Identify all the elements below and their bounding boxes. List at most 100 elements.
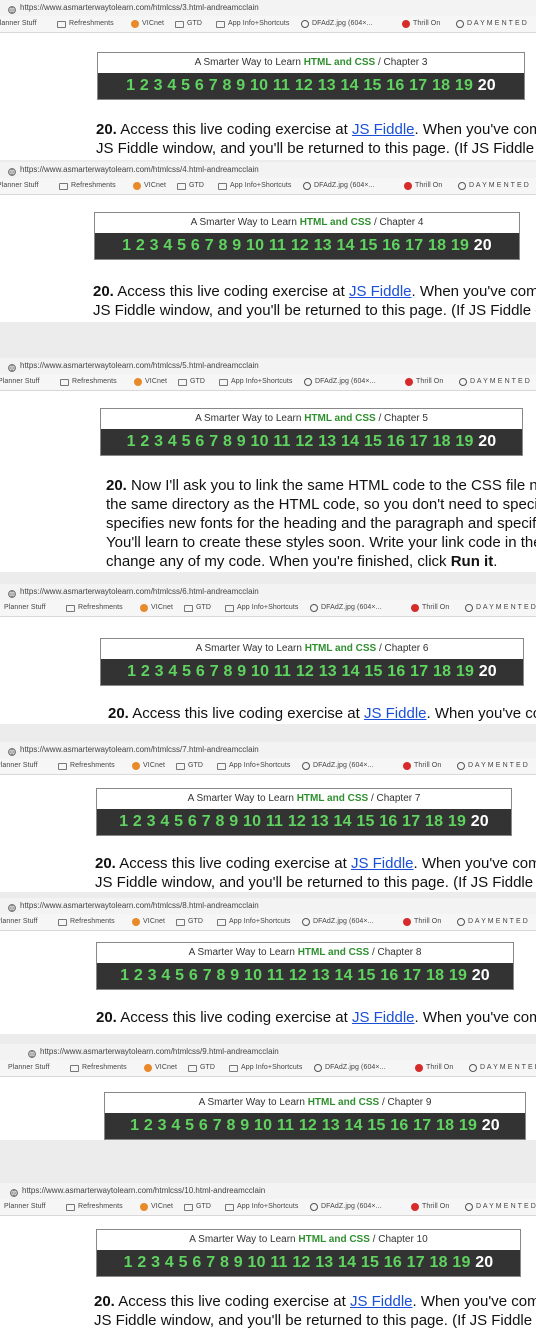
page-link-1[interactable]: 1 — [122, 237, 131, 254]
page-link-11[interactable]: 11 — [270, 1254, 287, 1271]
page-link-9[interactable]: 9 — [236, 77, 245, 94]
page-link-3[interactable]: 3 — [147, 813, 156, 830]
bookmark-gtd[interactable]: GTD — [184, 600, 211, 616]
js-fiddle-link[interactable]: JS Fiddle — [349, 283, 412, 300]
page-link-10[interactable]: 10 — [244, 967, 262, 984]
bookmark-dfadz-jpg-604[interactable]: DFAdZ.jpg (604×... — [310, 600, 382, 616]
bookmark-planner-stuff[interactable]: Planner Stuff — [4, 1199, 46, 1215]
page-link-15[interactable]: 15 — [361, 1254, 379, 1271]
page-link-4[interactable]: 4 — [168, 663, 177, 680]
page-link-3[interactable]: 3 — [154, 433, 163, 450]
bookmark-planner-stuff[interactable]: Planner Stuff — [0, 758, 38, 774]
address-bar[interactable]: https://www.asmarterwaytolearn.com/htmlc… — [0, 358, 536, 374]
bookmark-d-a-y-m-e-n-t-e-d[interactable]: D A Y M E N T E D — [456, 16, 527, 32]
bookmark-planner-stuff[interactable]: Planner Stuff — [0, 374, 40, 390]
page-link-8[interactable]: 8 — [220, 1254, 229, 1271]
address-bar[interactable]: https://www.asmarterwaytolearn.com/htmlc… — [0, 742, 536, 758]
page-link-7[interactable]: 7 — [209, 77, 218, 94]
bookmark-thrill-on[interactable]: Thrill On — [411, 1199, 449, 1215]
page-link-6[interactable]: 6 — [199, 1117, 208, 1134]
page-link-11[interactable]: 11 — [277, 1117, 294, 1134]
page-link-18[interactable]: 18 — [429, 1254, 447, 1271]
page-link-11[interactable]: 11 — [266, 813, 283, 830]
page-link-10[interactable]: 10 — [243, 813, 261, 830]
page-link-17[interactable]: 17 — [410, 433, 428, 450]
bookmark-refreshments[interactable]: Refreshments — [66, 600, 123, 616]
bookmark-vicnet[interactable]: VICnet — [132, 914, 165, 930]
bookmark-app-info-shortcuts[interactable]: App Info+Shortcuts — [217, 914, 291, 930]
page-link-14[interactable]: 14 — [337, 237, 355, 254]
bookmark-vicnet[interactable]: VICnet — [134, 374, 167, 390]
page-link-13[interactable]: 13 — [318, 433, 336, 450]
page-link-13[interactable]: 13 — [312, 967, 330, 984]
page-link-8[interactable]: 8 — [223, 433, 232, 450]
page-link-16[interactable]: 16 — [390, 1117, 408, 1134]
page-link-2[interactable]: 2 — [140, 433, 149, 450]
page-link-2[interactable]: 2 — [133, 813, 142, 830]
page-link-3[interactable]: 3 — [150, 237, 159, 254]
page-link-2[interactable]: 2 — [137, 1254, 146, 1271]
page-link-16[interactable]: 16 — [387, 663, 405, 680]
page-link-13[interactable]: 13 — [318, 77, 336, 94]
bookmark-gtd[interactable]: GTD — [175, 16, 202, 32]
page-link-3[interactable]: 3 — [154, 77, 163, 94]
page-link-2[interactable]: 2 — [140, 77, 149, 94]
bookmark-vicnet[interactable]: VICnet — [131, 16, 164, 32]
page-link-10[interactable]: 10 — [254, 1117, 272, 1134]
page-link-3[interactable]: 3 — [155, 663, 164, 680]
page-link-15[interactable]: 15 — [359, 237, 377, 254]
bookmark-gtd[interactable]: GTD — [177, 178, 204, 194]
page-link-5[interactable]: 5 — [181, 77, 190, 94]
page-link-10[interactable]: 10 — [250, 433, 268, 450]
page-link-16[interactable]: 16 — [387, 433, 405, 450]
js-fiddle-link[interactable]: JS Fiddle — [352, 1009, 415, 1026]
page-link-14[interactable]: 14 — [334, 813, 352, 830]
page-link-18[interactable]: 18 — [428, 237, 446, 254]
address-bar[interactable]: https://www.asmarterwaytolearn.com/htmlc… — [0, 0, 536, 16]
page-link-2[interactable]: 2 — [144, 1117, 153, 1134]
page-link-18[interactable]: 18 — [425, 813, 443, 830]
page-link-2[interactable]: 2 — [141, 663, 150, 680]
page-link-13[interactable]: 13 — [311, 813, 329, 830]
page-link-15[interactable]: 15 — [364, 433, 382, 450]
bookmark-gtd[interactable]: GTD — [176, 758, 203, 774]
bookmark-planner-stuff[interactable]: Planner Stuff — [4, 600, 46, 616]
bookmark-app-info-shortcuts[interactable]: App Info+Shortcuts — [225, 600, 299, 616]
page-link-19[interactable]: 19 — [451, 237, 469, 254]
page-link-1[interactable]: 1 — [127, 433, 136, 450]
bookmark-thrill-on[interactable]: Thrill On — [415, 1060, 453, 1076]
page-link-16[interactable]: 16 — [382, 237, 400, 254]
bookmark-thrill-on[interactable]: Thrill On — [405, 374, 443, 390]
page-link-1[interactable]: 1 — [126, 77, 135, 94]
page-link-6[interactable]: 6 — [192, 1254, 201, 1271]
page-link-12[interactable]: 12 — [292, 1254, 310, 1271]
page-link-19[interactable]: 19 — [448, 813, 466, 830]
page-link-12[interactable]: 12 — [299, 1117, 317, 1134]
page-link-18[interactable]: 18 — [433, 663, 451, 680]
page-link-9[interactable]: 9 — [232, 237, 241, 254]
address-bar[interactable]: https://www.asmarterwaytolearn.com/htmlc… — [0, 162, 536, 178]
page-link-9[interactable]: 9 — [240, 1117, 249, 1134]
page-link-7[interactable]: 7 — [203, 967, 212, 984]
bookmark-refreshments[interactable]: Refreshments — [59, 178, 116, 194]
js-fiddle-link[interactable]: JS Fiddle — [350, 1293, 413, 1310]
bookmark-d-a-y-m-e-n-t-e-d[interactable]: D A Y M E N T E D — [465, 1199, 536, 1215]
page-link-16[interactable]: 16 — [386, 77, 404, 94]
bookmark-gtd[interactable]: GTD — [178, 374, 205, 390]
page-link-5[interactable]: 5 — [185, 1117, 194, 1134]
page-link-8[interactable]: 8 — [223, 663, 232, 680]
bookmark-vicnet[interactable]: VICnet — [140, 1199, 173, 1215]
page-link-14[interactable]: 14 — [338, 1254, 356, 1271]
bookmark-d-a-y-m-e-n-t-e-d[interactable]: D A Y M E N T E D — [459, 374, 530, 390]
page-link-18[interactable]: 18 — [432, 77, 450, 94]
page-link-19[interactable]: 19 — [455, 77, 473, 94]
page-link-6[interactable]: 6 — [188, 813, 197, 830]
page-link-2[interactable]: 2 — [134, 967, 143, 984]
page-link-1[interactable]: 1 — [119, 813, 128, 830]
bookmark-app-info-shortcuts[interactable]: App Info+Shortcuts — [216, 16, 290, 32]
bookmark-dfadz-jpg-604[interactable]: DFAdZ.jpg (604×... — [302, 914, 374, 930]
page-link-10[interactable]: 10 — [247, 1254, 265, 1271]
page-link-15[interactable]: 15 — [364, 663, 382, 680]
bookmark-gtd[interactable]: GTD — [188, 1060, 215, 1076]
page-link-7[interactable]: 7 — [206, 1254, 215, 1271]
